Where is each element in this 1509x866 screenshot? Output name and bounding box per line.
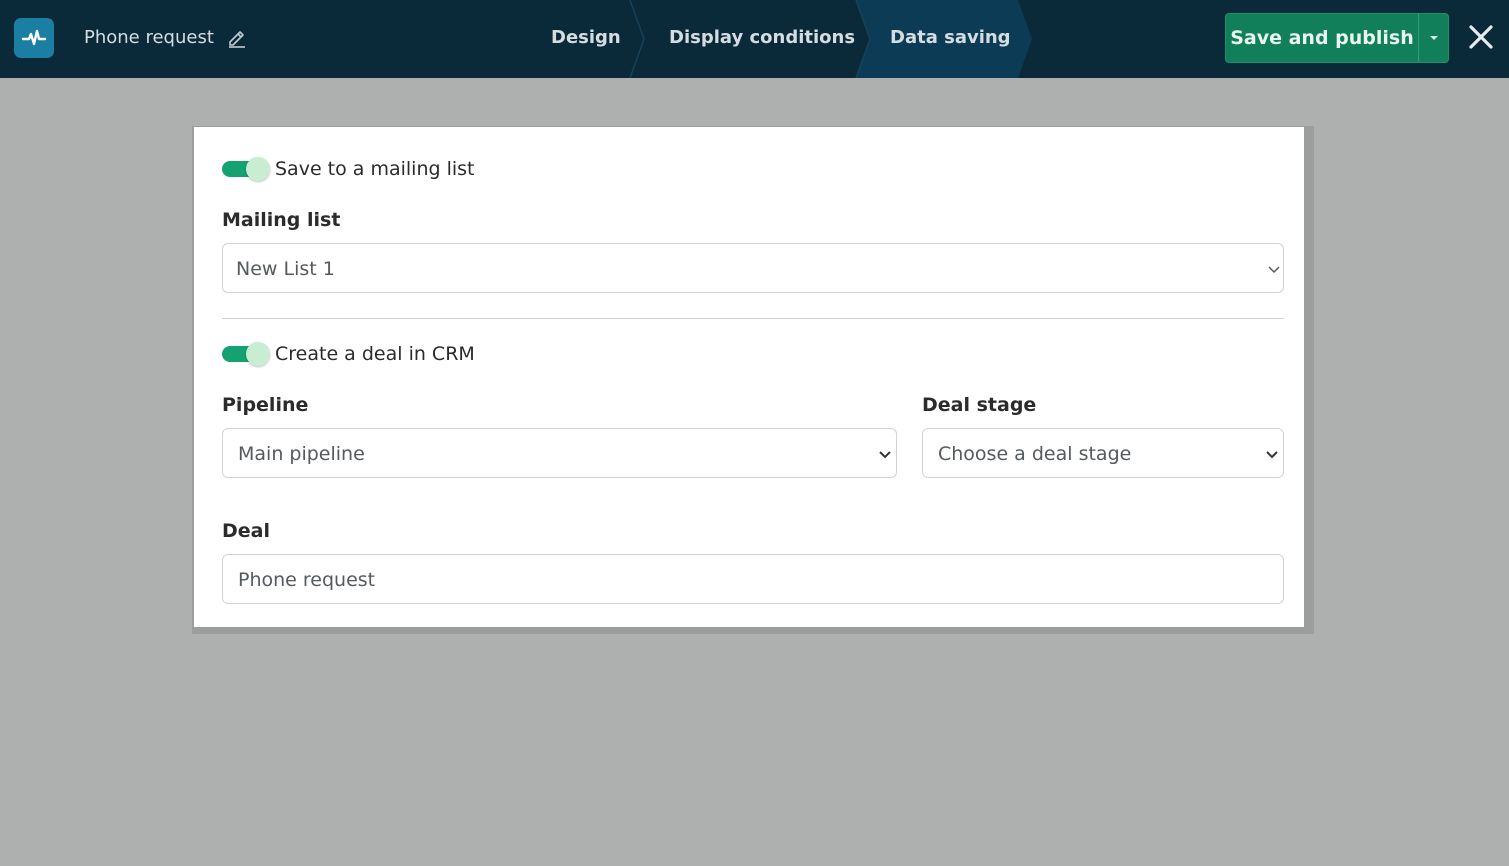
data-saving-panel: Save to a mailing list Mailing list New …	[194, 127, 1304, 627]
publish-button-group: Save and publish	[1225, 13, 1449, 63]
save-and-publish-button[interactable]: Save and publish	[1226, 14, 1418, 62]
form-name: Phone request	[84, 27, 214, 48]
chevron-down-icon	[879, 451, 891, 459]
crm-deal-toggle[interactable]	[222, 342, 270, 366]
pipeline-value: Main pipeline	[238, 443, 365, 465]
caret-down-icon	[1429, 36, 1438, 40]
deal-name-input[interactable]: Phone request	[222, 554, 1284, 604]
tab-display-conditions[interactable]: Display conditions	[669, 26, 855, 50]
pulse-logo-icon[interactable]	[14, 18, 54, 58]
deal-stage-value: Choose a deal stage	[938, 443, 1132, 465]
pencil-icon[interactable]	[226, 26, 248, 48]
mailing-list-value: New List 1	[236, 258, 335, 280]
chevron-down-icon	[1266, 451, 1278, 459]
mailing-list-label: Mailing list	[222, 209, 341, 231]
deal-stage-select[interactable]: Choose a deal stage	[922, 428, 1284, 478]
publish-options-button[interactable]	[1418, 14, 1448, 62]
chevron-down-icon	[1268, 266, 1280, 274]
top-bar: Phone request Design Display conditions …	[0, 0, 1509, 78]
close-icon[interactable]	[1466, 22, 1496, 52]
tab-design[interactable]: Design	[551, 26, 621, 50]
mailing-list-select[interactable]: New List 1	[222, 243, 1284, 293]
mailing-list-toggle-label: Save to a mailing list	[275, 158, 475, 180]
mailing-list-toggle[interactable]	[222, 157, 270, 181]
section-divider	[222, 318, 1284, 319]
crm-deal-toggle-label: Create a deal in CRM	[275, 343, 475, 365]
pipeline-label: Pipeline	[222, 394, 309, 416]
deal-stage-label: Deal stage	[922, 394, 1037, 416]
pipeline-select[interactable]: Main pipeline	[222, 428, 897, 478]
deal-label: Deal	[222, 520, 270, 542]
tab-data-saving[interactable]: Data saving	[890, 26, 1011, 50]
deal-name-value: Phone request	[238, 569, 376, 591]
